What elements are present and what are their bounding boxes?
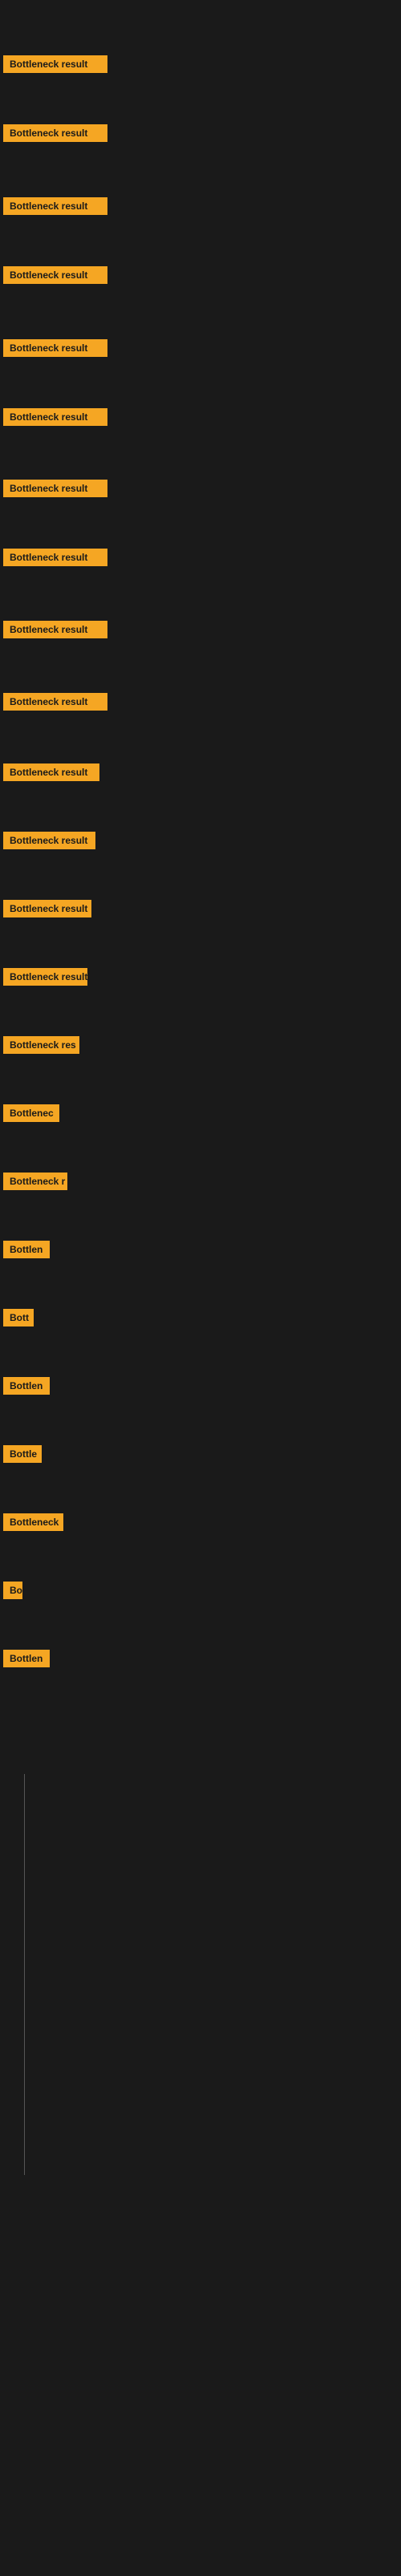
bottleneck-bar[interactable]: Bottlen bbox=[3, 1241, 50, 1258]
bar-row: Bottleneck result bbox=[3, 900, 91, 921]
bar-row: Bottleneck result bbox=[3, 480, 107, 501]
bar-row: Bottleneck result bbox=[3, 197, 107, 219]
bottleneck-bar[interactable]: Bottleneck result bbox=[3, 968, 87, 986]
chart-container: Bottleneck result Bottleneck result Bottle… bbox=[0, 10, 401, 1774]
bottleneck-bar[interactable]: Bottleneck result bbox=[3, 197, 107, 215]
bar-row: Bo bbox=[3, 1582, 22, 1603]
bottleneck-bar[interactable]: Bottleneck r bbox=[3, 1173, 67, 1190]
bar-row: Bottleneck res bbox=[3, 1036, 79, 1058]
bar-row: Bottlen bbox=[3, 1377, 50, 1399]
bottleneck-bar[interactable]: Bottleneck result bbox=[3, 832, 95, 849]
bar-row: Bottleneck result bbox=[3, 266, 107, 288]
bar-row: Bottlen bbox=[3, 1241, 50, 1262]
bottleneck-bar[interactable]: Bottleneck bbox=[3, 1513, 63, 1531]
bottleneck-bar[interactable]: Bottlen bbox=[3, 1650, 50, 1667]
bar-row: Bottleneck result bbox=[3, 408, 107, 430]
bottleneck-bar[interactable]: Bottleneck result bbox=[3, 549, 107, 566]
bar-row: Bottleneck result bbox=[3, 124, 107, 146]
bar-row: Bottlen bbox=[3, 1650, 50, 1671]
bottleneck-bar[interactable]: Bottleneck result bbox=[3, 693, 107, 711]
bottleneck-bar[interactable]: Bottleneck result bbox=[3, 900, 91, 917]
bar-row: Bottleneck result bbox=[3, 55, 107, 77]
bar-row: Bottleneck result bbox=[3, 832, 95, 853]
bottleneck-bar[interactable]: Bottleneck result bbox=[3, 480, 107, 497]
bottleneck-bar[interactable]: Bottleneck result bbox=[3, 55, 107, 73]
bottleneck-bar[interactable]: Bottle bbox=[3, 1445, 42, 1463]
bar-row: Bottleneck result bbox=[3, 621, 107, 642]
bottleneck-bar[interactable]: Bo bbox=[3, 1582, 22, 1599]
bar-row: Bottleneck r bbox=[3, 1173, 67, 1194]
bar-row: Bottle bbox=[3, 1445, 42, 1467]
bottleneck-bar[interactable]: Bottleneck result bbox=[3, 124, 107, 142]
bottleneck-bar[interactable]: Bottleneck result bbox=[3, 266, 107, 284]
bottleneck-bar[interactable]: Bott bbox=[3, 1309, 34, 1326]
bottleneck-bar[interactable]: Bottleneck result bbox=[3, 763, 99, 781]
bottleneck-bar[interactable]: Bottlen bbox=[3, 1377, 50, 1395]
bottleneck-bar[interactable]: Bottlenec bbox=[3, 1104, 59, 1122]
bottleneck-bar[interactable]: Bottleneck result bbox=[3, 408, 107, 426]
site-title bbox=[0, 0, 401, 10]
chart-bottom-area bbox=[0, 1774, 401, 2576]
bar-row: Bottleneck result bbox=[3, 549, 107, 570]
bar-row: Bottlenec bbox=[3, 1104, 59, 1126]
bar-row: Bottleneck result bbox=[3, 339, 107, 361]
bottleneck-bar[interactable]: Bottleneck res bbox=[3, 1036, 79, 1054]
bar-row: Bottleneck result bbox=[3, 968, 87, 990]
bar-row: Bottleneck bbox=[3, 1513, 63, 1535]
bar-row: Bottleneck result bbox=[3, 693, 107, 715]
bar-row: Bottleneck result bbox=[3, 763, 99, 785]
bar-row: Bott bbox=[3, 1309, 34, 1331]
bottleneck-bar[interactable]: Bottleneck result bbox=[3, 621, 107, 638]
y-axis bbox=[24, 1774, 25, 2175]
bottleneck-bar[interactable]: Bottleneck result bbox=[3, 339, 107, 357]
